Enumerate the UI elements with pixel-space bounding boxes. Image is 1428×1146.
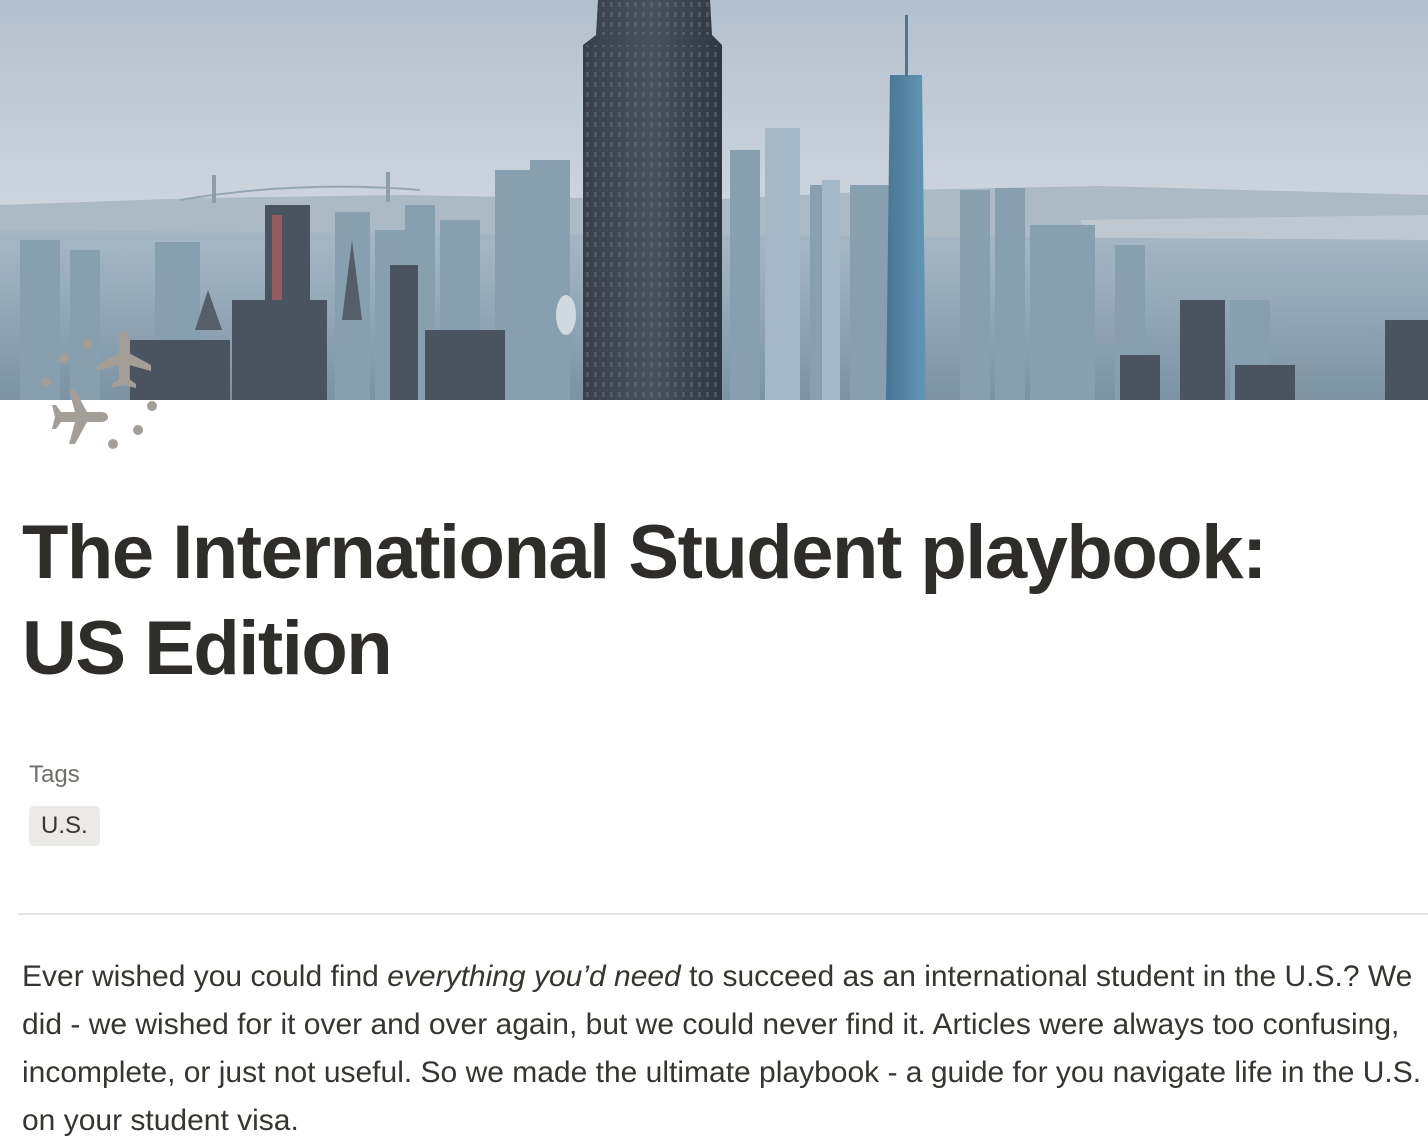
divider — [18, 913, 1428, 915]
tag-us[interactable]: U.S. — [29, 806, 100, 846]
page-title-line-1: The International Student playbook: — [22, 510, 1267, 595]
tags-property-label[interactable]: Tags — [29, 758, 100, 792]
page-title-line-2: US Edition — [22, 606, 393, 691]
intro-emphasis: everything you’d need — [387, 960, 681, 993]
cover-image[interactable] — [0, 0, 1428, 400]
intro-text-start: Ever wished you could find — [22, 960, 388, 993]
page-title[interactable]: The International Student playbook: US E… — [22, 505, 1412, 697]
airplanes-icon[interactable] — [36, 326, 166, 456]
page-properties: Tags U.S. — [29, 758, 100, 846]
notion-page: The International Student playbook: US E… — [0, 0, 1428, 1146]
intro-paragraph[interactable]: Ever wished you could find everything yo… — [22, 953, 1422, 1145]
